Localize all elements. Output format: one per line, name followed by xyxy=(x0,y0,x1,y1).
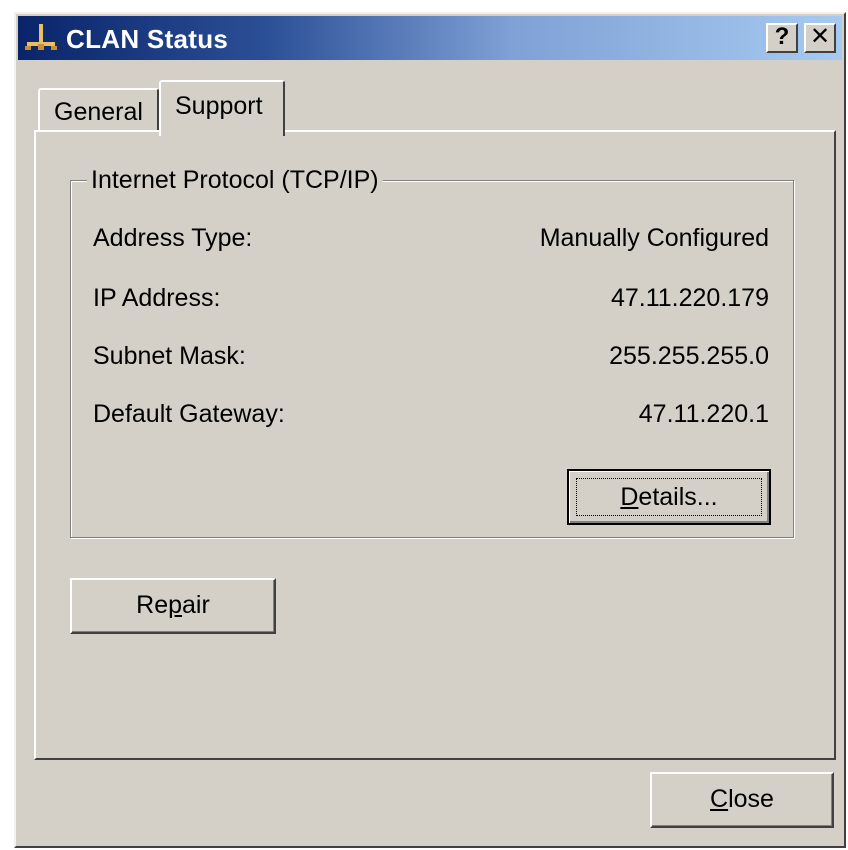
details-button-label: Details... xyxy=(620,483,718,511)
group-legend: Internet Protocol (TCP/IP) xyxy=(87,163,383,197)
close-button[interactable]: Close xyxy=(650,772,834,828)
tcpip-group: Internet Protocol (TCP/IP) Address Type:… xyxy=(70,163,794,538)
help-button[interactable]: ? xyxy=(766,23,798,53)
tab-general[interactable]: General xyxy=(38,88,159,132)
address-type-value: Manually Configured xyxy=(539,224,769,252)
subnet-mask-value: 255.255.255.0 xyxy=(609,342,769,370)
window-title: CLAN Status xyxy=(66,24,229,54)
close-window-button[interactable]: ✕ xyxy=(804,23,836,53)
details-button[interactable]: Details... xyxy=(567,469,771,525)
network-connection-icon xyxy=(25,24,57,50)
tab-support[interactable]: Support xyxy=(159,80,285,136)
title-bar[interactable]: CLAN Status ? ✕ xyxy=(18,16,842,60)
support-tab-panel: Internet Protocol (TCP/IP) Address Type:… xyxy=(34,130,836,760)
ip-address-value: 47.11.220.179 xyxy=(610,284,769,312)
clan-status-dialog: CLAN Status ? ✕ General Support Internet… xyxy=(14,12,846,848)
address-type-label: Address Type: xyxy=(93,224,253,252)
subnet-mask-label: Subnet Mask: xyxy=(93,342,246,370)
repair-button[interactable]: Repair xyxy=(70,578,276,634)
default-gateway-label: Default Gateway: xyxy=(93,400,285,428)
ip-address-label: IP Address: xyxy=(93,284,221,312)
default-gateway-value: 47.11.220.1 xyxy=(638,400,769,428)
